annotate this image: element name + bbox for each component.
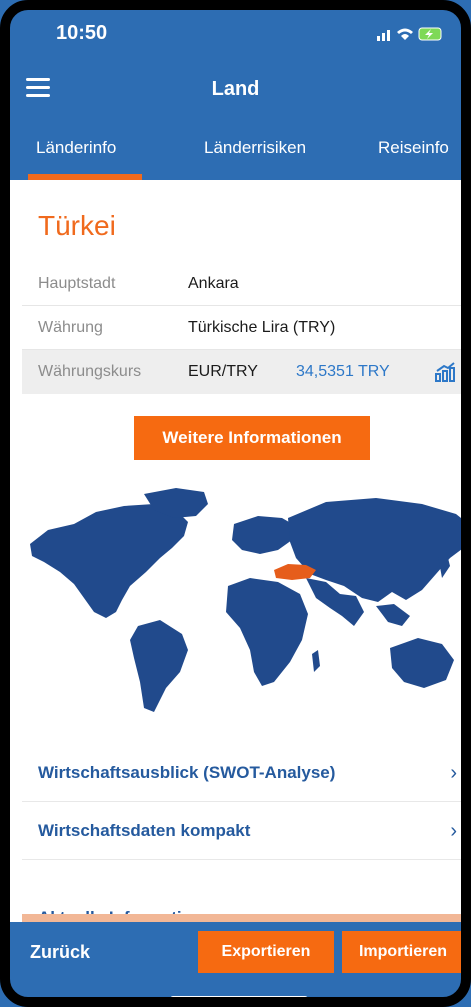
economic-data-label: Wirtschaftsdaten kompakt xyxy=(38,821,251,840)
signal-bar-2-icon xyxy=(382,33,385,41)
link-economic-data[interactable]: Wirtschaftsdaten kompakt › xyxy=(22,802,471,860)
currency-value: Türkische Lira (TRY) xyxy=(188,319,336,336)
nav-bar: Land xyxy=(0,62,471,118)
info-row-capital: Hauptstadt Ankara xyxy=(22,262,471,306)
chevron-right-icon: › xyxy=(450,820,457,842)
wifi-icon xyxy=(397,28,413,40)
swot-analysis-label: Wirtschaftsausblick (SWOT-Analyse) xyxy=(38,763,336,782)
tab-bar: Länderinfo Länderrisiken Reiseinfo xyxy=(0,118,471,180)
info-row-exchange-rate: Währungskurs EUR/TRY 34,5351 TRY xyxy=(22,350,471,394)
status-time: 10:50 xyxy=(56,22,108,44)
link-swot-analysis[interactable]: Wirtschaftsausblick (SWOT-Analyse) › xyxy=(22,744,471,802)
map-southeast-asia xyxy=(376,604,410,626)
map-africa xyxy=(226,578,308,686)
map-madagascar xyxy=(312,650,320,672)
exchange-rate-value[interactable]: 34,5351 TRY xyxy=(296,363,390,381)
page-title: Land xyxy=(211,78,260,100)
exchange-rate-label: Währungskurs xyxy=(38,363,142,380)
tab-laenderrisiken[interactable]: Länderrisiken xyxy=(204,138,306,158)
active-tab-indicator xyxy=(28,174,142,180)
map-europe xyxy=(232,516,296,554)
export-button[interactable]: Exportieren xyxy=(198,931,334,973)
import-button[interactable]: Importieren xyxy=(342,931,464,973)
chevron-right-icon: › xyxy=(450,762,457,784)
more-info-button[interactable]: Weitere Informationen xyxy=(134,416,370,460)
status-bar: 10:50 xyxy=(0,0,471,62)
world-map xyxy=(30,488,471,712)
tab-reiseinfo[interactable]: Reiseinfo xyxy=(378,138,449,158)
capital-label: Hauptstadt xyxy=(38,275,116,292)
map-australia xyxy=(390,638,454,688)
map-north-america xyxy=(30,504,188,618)
back-button[interactable]: Zurück xyxy=(30,942,90,963)
app-header: 10:50 Land Länderinfo Länderrisiken Reis… xyxy=(0,0,471,180)
status-icons xyxy=(377,27,442,41)
signal-bar-3-icon xyxy=(387,30,390,41)
chart-trend-icon[interactable] xyxy=(434,362,456,382)
info-row-currency: Währung Türkische Lira (TRY) xyxy=(22,306,471,350)
app-screen: 10:50 Land Länderinfo Länderrisiken Reis… xyxy=(0,0,471,1007)
loading-stripe xyxy=(22,914,471,922)
home-indicator[interactable] xyxy=(170,996,308,1002)
signal-bar-1-icon xyxy=(377,36,380,41)
country-title: Türkei xyxy=(38,210,116,241)
currency-pair: EUR/TRY xyxy=(188,363,258,380)
currency-label: Währung xyxy=(38,319,103,336)
map-south-america xyxy=(130,620,188,712)
tab-laenderinfo[interactable]: Länderinfo xyxy=(36,138,116,158)
capital-value: Ankara xyxy=(188,275,239,292)
bottom-toolbar: Zurück Exportieren Importieren xyxy=(0,922,471,1007)
